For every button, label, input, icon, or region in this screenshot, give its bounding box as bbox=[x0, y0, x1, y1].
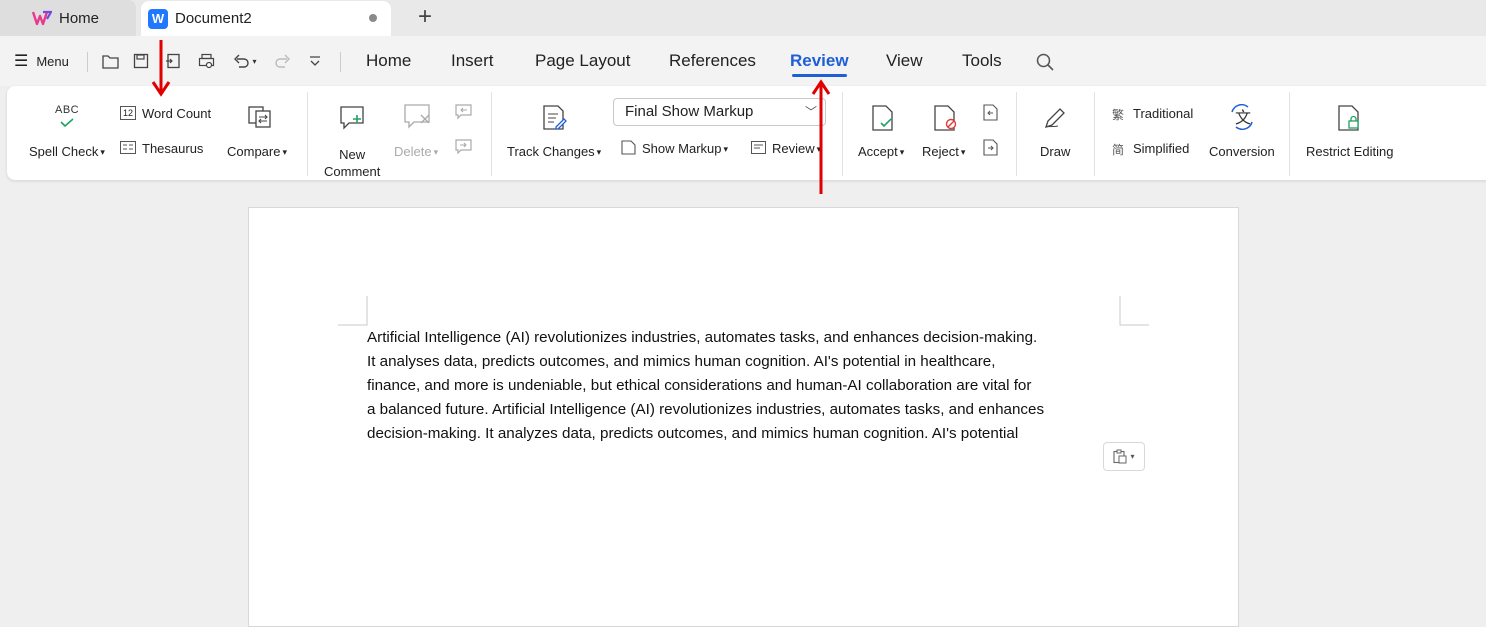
tab-insert[interactable]: Insert bbox=[451, 51, 494, 71]
margin-corner-top-left bbox=[338, 296, 368, 326]
spell-check-icon[interactable]: ABC bbox=[55, 104, 81, 130]
menu-button[interactable]: ☰ Menu bbox=[14, 51, 69, 71]
new-comment-icon[interactable] bbox=[340, 106, 366, 135]
accept-button[interactable]: Accept ▾ bbox=[858, 144, 904, 159]
spell-check-label: Spell Check bbox=[29, 144, 99, 159]
track-changes-button[interactable]: Track Changes ▾ bbox=[507, 144, 601, 159]
chevron-down-icon: ▾ bbox=[1130, 452, 1135, 461]
ribbon-divider bbox=[1016, 92, 1017, 176]
accept-label: Accept bbox=[858, 144, 898, 159]
delete-label: Delete bbox=[394, 144, 432, 159]
show-markup-label: Show Markup bbox=[642, 141, 722, 156]
thesaurus-icon bbox=[120, 141, 136, 154]
tab-page-layout[interactable]: Page Layout bbox=[535, 51, 630, 71]
tab-home[interactable]: Home bbox=[0, 0, 136, 36]
unsaved-dot-icon[interactable] bbox=[369, 14, 377, 22]
compare-icon[interactable] bbox=[248, 106, 272, 133]
tab-references[interactable]: References bbox=[669, 51, 756, 71]
writer-doc-icon: W bbox=[148, 8, 168, 29]
document-body-text[interactable]: Artificial Intelligence (AI) revolutioni… bbox=[367, 326, 1127, 446]
tab-strip: Home W Document2 + bbox=[0, 0, 1486, 36]
document-line: a balanced future. Artificial Intelligen… bbox=[367, 401, 1045, 418]
review-pane-icon bbox=[751, 141, 766, 159]
ribbon-divider bbox=[1094, 92, 1095, 176]
track-changes-label: Track Changes bbox=[507, 144, 595, 159]
compare-button[interactable]: Compare ▾ bbox=[227, 144, 287, 159]
document-line: It analyses data, predicts outcomes, and… bbox=[367, 353, 996, 370]
search-icon[interactable] bbox=[1036, 53, 1054, 71]
markup-select-value: Final Show Markup bbox=[625, 103, 754, 120]
previous-comment-icon[interactable] bbox=[455, 104, 473, 125]
next-change-icon[interactable] bbox=[983, 139, 999, 161]
reject-label: Reject bbox=[922, 144, 959, 159]
document-line: decision-making. It analyzes data, predi… bbox=[367, 425, 1019, 442]
show-markup-button[interactable]: Show Markup ▾ bbox=[642, 141, 728, 156]
ribbon-divider bbox=[307, 92, 308, 176]
customize-quick-access-icon[interactable] bbox=[304, 50, 326, 72]
restrict-editing-button[interactable]: Restrict Editing bbox=[1306, 144, 1393, 159]
menu-label: Menu bbox=[36, 53, 69, 69]
show-markup-icon bbox=[621, 140, 636, 160]
review-pane-label: Review bbox=[772, 141, 815, 156]
wps-logo-icon bbox=[32, 10, 52, 26]
new-tab-button[interactable]: + bbox=[415, 4, 435, 30]
tab-review[interactable]: Review bbox=[790, 51, 849, 77]
spell-check-button[interactable]: Spell Check ▾ bbox=[29, 144, 105, 159]
ribbon-divider bbox=[491, 92, 492, 176]
traditional-button[interactable]: Traditional bbox=[1133, 106, 1193, 121]
previous-change-icon[interactable] bbox=[983, 104, 999, 126]
divider bbox=[340, 52, 341, 72]
save-icon[interactable] bbox=[130, 50, 152, 72]
draw-button[interactable]: Draw bbox=[1040, 144, 1070, 159]
tab-view[interactable]: View bbox=[886, 51, 923, 71]
document-line: Artificial Intelligence (AI) revolutioni… bbox=[367, 329, 1038, 346]
new-comment-label-1: New bbox=[339, 147, 366, 162]
redo-icon[interactable] bbox=[272, 50, 294, 72]
next-comment-icon[interactable] bbox=[455, 139, 473, 160]
abc-label: ABC bbox=[55, 104, 80, 116]
compare-label: Compare bbox=[227, 144, 281, 159]
divider bbox=[87, 52, 88, 72]
thesaurus-button[interactable]: Thesaurus bbox=[142, 141, 203, 156]
markup-display-select[interactable]: Final Show Markup ﹀ bbox=[613, 98, 826, 126]
tab-document2-label: Document2 bbox=[175, 10, 252, 27]
draw-pen-icon[interactable] bbox=[1043, 106, 1067, 135]
simplified-button[interactable]: Simplified bbox=[1133, 141, 1189, 156]
svg-text:文: 文 bbox=[1235, 108, 1251, 127]
reject-button[interactable]: Reject ▾ bbox=[922, 144, 965, 159]
delete-button[interactable]: Delete ▾ bbox=[394, 144, 438, 159]
annotation-arrow-up-icon bbox=[811, 79, 831, 194]
tab-document2[interactable]: W Document2 bbox=[141, 1, 391, 36]
restrict-editing-icon[interactable] bbox=[1338, 105, 1362, 136]
undo-icon[interactable]: ▾ bbox=[228, 50, 262, 72]
traditional-chinese-icon: 繁 bbox=[1112, 108, 1125, 122]
open-folder-icon[interactable] bbox=[99, 50, 121, 72]
delete-comment-icon[interactable] bbox=[404, 104, 432, 135]
track-changes-icon[interactable] bbox=[543, 105, 567, 136]
simplified-chinese-icon: 简 bbox=[1112, 143, 1125, 157]
tab-home-label: Home bbox=[59, 9, 100, 27]
tab-tools[interactable]: Tools bbox=[962, 51, 1002, 71]
conversion-icon[interactable]: 文 bbox=[1228, 103, 1256, 135]
ribbon-divider bbox=[842, 92, 843, 176]
annotation-arrow-down-icon bbox=[151, 40, 171, 97]
new-comment-button[interactable]: New Comment bbox=[324, 146, 380, 180]
tab-home-ribbon[interactable]: Home bbox=[366, 51, 411, 71]
margin-corner-top-right bbox=[1119, 296, 1149, 326]
conversion-button[interactable]: Conversion bbox=[1209, 144, 1275, 159]
word-count-icon: 12 bbox=[120, 106, 136, 120]
word-count-button[interactable]: Word Count bbox=[142, 106, 211, 121]
hamburger-icon: ☰ bbox=[14, 53, 29, 70]
paste-options-button[interactable]: ▾ bbox=[1103, 442, 1145, 471]
new-comment-label-2: Comment bbox=[324, 164, 381, 179]
ribbon-divider bbox=[1289, 92, 1290, 176]
menu-bar: ☰ Menu ▾ Home Insert Page Layout Referen… bbox=[0, 36, 1486, 86]
word-count-icon-digits: 12 bbox=[122, 108, 133, 118]
document-line: finance, and more is undeniable, but eth… bbox=[367, 377, 1032, 394]
clipboard-icon bbox=[1113, 449, 1127, 464]
reject-change-icon[interactable] bbox=[934, 105, 958, 136]
accept-change-icon[interactable] bbox=[872, 105, 894, 136]
print-preview-icon[interactable] bbox=[195, 50, 217, 72]
